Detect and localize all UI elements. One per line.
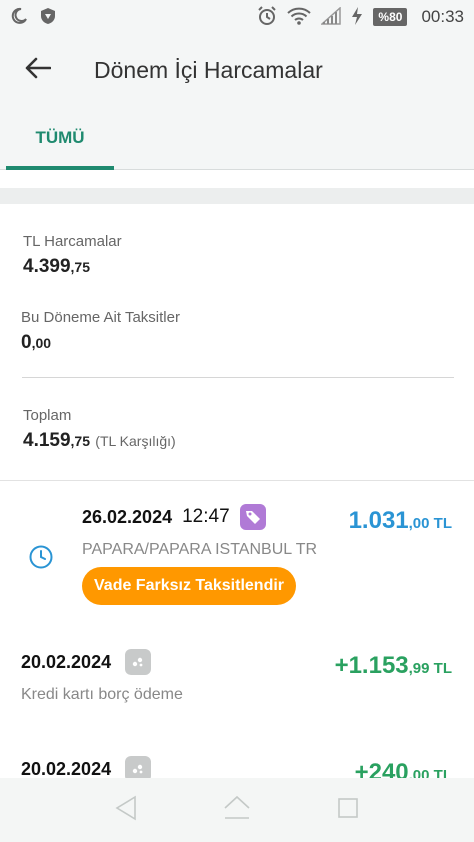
tab-bar: TÜMÜ	[0, 106, 474, 170]
installments-value: 0,00	[21, 332, 51, 354]
tab-indicator	[6, 166, 114, 170]
moon-icon	[10, 7, 28, 28]
total-suffix: (TL Karşılığı)	[95, 433, 176, 449]
transaction-date: 20.02.2024	[21, 758, 112, 779]
shield-icon	[40, 7, 56, 28]
nav-back-button[interactable]	[106, 790, 146, 830]
installment-button[interactable]: Vade Farksız Taksitlendir	[82, 567, 297, 605]
summary-divider	[22, 377, 454, 378]
tl-spending-value: 4.399,75	[23, 256, 90, 278]
charging-icon	[351, 6, 363, 28]
tl-spending-label: TL Harcamalar	[23, 233, 122, 250]
clock: 00:33	[421, 7, 464, 26]
square-icon	[336, 796, 360, 825]
transaction-time: 12:47	[182, 506, 230, 527]
home-icon	[223, 795, 251, 826]
transaction-date: 20.02.2024	[21, 651, 112, 672]
clock-icon	[28, 544, 54, 575]
installments-label: Bu Döneme Ait Taksitler	[21, 309, 180, 326]
tag-icon	[239, 504, 266, 530]
tl-spending-int: 4.399	[23, 256, 71, 277]
total-cents: ,75	[70, 433, 91, 449]
alarm-icon	[257, 5, 277, 29]
amount-int: +1.153	[334, 652, 409, 679]
list-divider	[0, 480, 474, 481]
tl-spending-cents: ,75	[70, 259, 91, 275]
nav-home-button[interactable]	[217, 790, 257, 830]
battery-indicator: %80	[373, 8, 408, 26]
total-value: 4.159,75 (TL Karşılığı)	[23, 430, 176, 452]
transaction-date: 26.02.2024	[82, 506, 173, 527]
dots-icon	[125, 649, 152, 675]
wifi-icon	[287, 7, 312, 28]
total-label: Toplam	[23, 407, 72, 424]
transaction-amount: +1.153,99 TL	[335, 652, 452, 680]
amount-cents: ,99 TL	[408, 660, 452, 677]
page-title: Dönem İçi Harcamalar	[94, 56, 323, 83]
app-bar: Dönem İçi Harcamalar	[0, 34, 474, 106]
back-button[interactable]	[10, 42, 66, 98]
transaction-header: 26.02.2024 12:47	[82, 504, 266, 530]
system-nav-bar	[0, 778, 474, 842]
section-separator	[0, 188, 474, 204]
transaction-description: PAPARA/PAPARA ISTANBUL TR	[82, 541, 318, 558]
transaction-amount: 1.031,00 TL	[349, 507, 452, 535]
nav-recents-button[interactable]	[328, 790, 368, 830]
arrow-left-icon	[25, 57, 52, 84]
transaction-description: Kredi kartı borç ödeme	[21, 686, 183, 703]
amount-int: 1.031	[348, 507, 409, 534]
tab-all[interactable]: TÜMÜ	[6, 106, 114, 170]
status-bar: %80 00:33	[0, 0, 474, 34]
amount-cents: ,00 TL	[408, 515, 452, 532]
installments-cents: ,00	[31, 335, 52, 351]
signal-icon	[320, 5, 342, 28]
transaction-header: 20.02.2024	[21, 649, 152, 675]
installments-int: 0	[21, 332, 32, 353]
triangle-back-icon	[114, 795, 138, 826]
total-int: 4.159	[23, 430, 71, 451]
